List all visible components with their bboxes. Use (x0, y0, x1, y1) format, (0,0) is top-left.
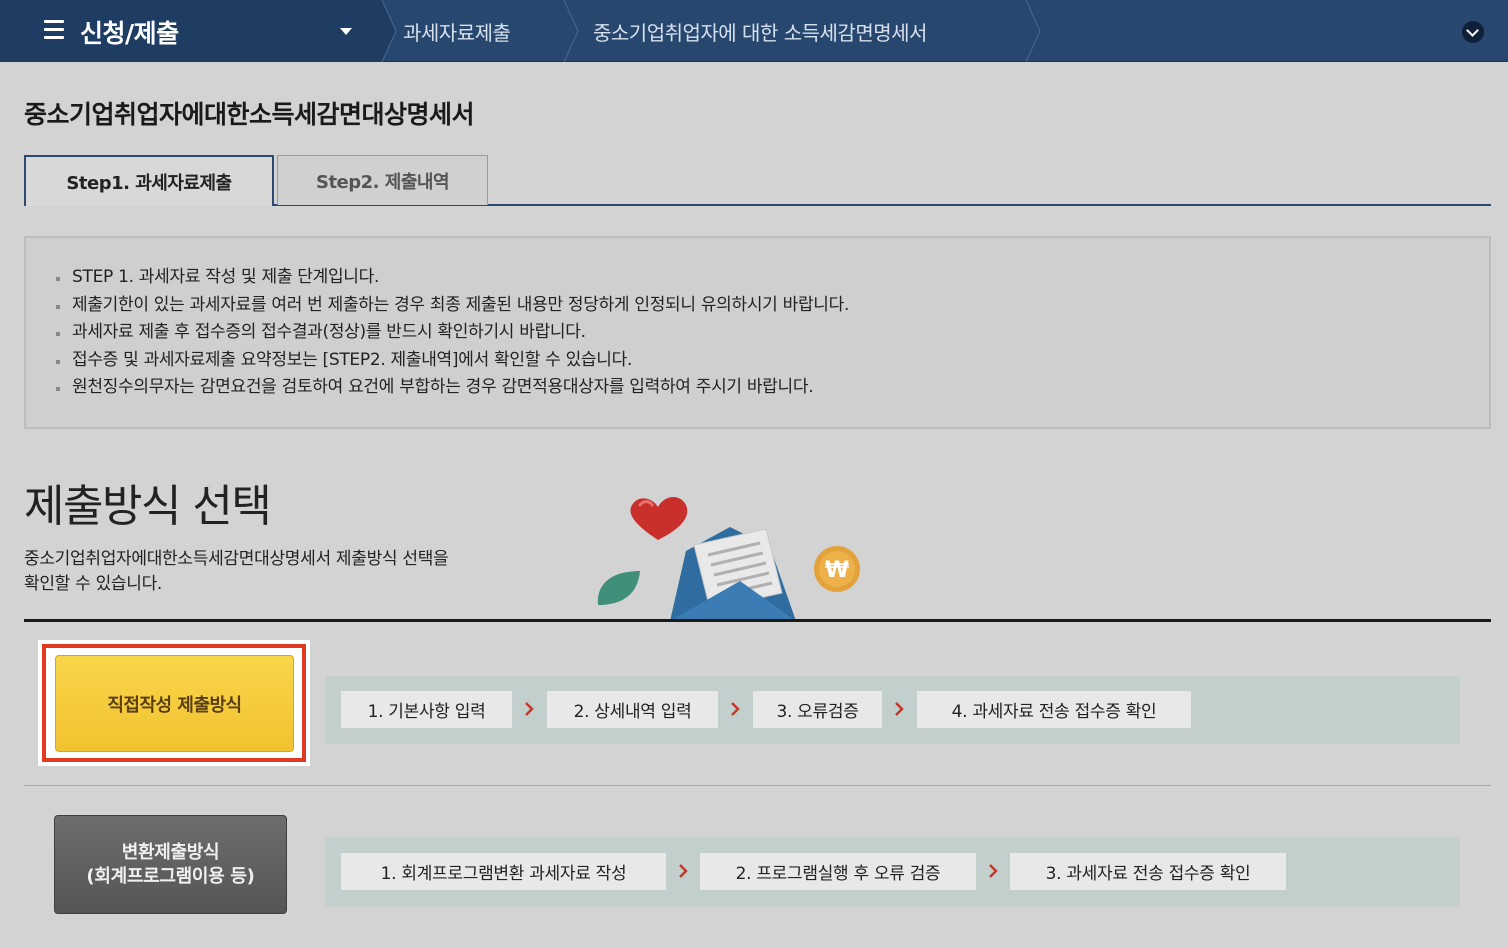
breadcrumb-item[interactable]: 중소기업취업자에 대한 소득세감면명세서 (593, 17, 927, 46)
direct-step: 2. 상세내역 입력 (547, 691, 718, 728)
won-coin-icon: ₩ (814, 546, 860, 592)
section-description-line: 확인할 수 있습니다. (24, 574, 163, 594)
convert-steps-bar: 1. 회계프로그램변환 과세자료 작성 2. 프로그램실행 후 오류 검증 3.… (325, 838, 1460, 906)
hamburger-icon[interactable] (44, 20, 64, 40)
notice-item: 접수증 및 과세자료제출 요약정보는 [STEP2. 제출내역]에서 확인할 수… (56, 347, 1489, 375)
chevron-right-icon (679, 864, 688, 878)
page-title: 중소기업취업자에대한소득세감면대상명세서 (24, 100, 475, 129)
chevron-right-icon (895, 702, 904, 716)
convert-button-label: 변환제출방식 (121, 841, 220, 863)
breadcrumb-separator-icon (372, 0, 396, 62)
svg-text:₩: ₩ (825, 558, 849, 583)
chevron-right-icon (989, 864, 998, 878)
chevron-down-icon[interactable] (1462, 21, 1484, 43)
direct-step: 3. 오류검증 (753, 691, 882, 728)
notice-item: 원천징수의무자는 감면요건을 검토하여 요건에 부합하는 경우 감면적용대상자를… (56, 374, 1489, 402)
notice-item: 과세자료 제출 후 접수증의 접수결과(정상)를 반드시 확인하기시 바랍니다. (56, 319, 1489, 347)
envelope-illustration: ₩ (597, 496, 860, 621)
notice-item: STEP 1. 과세자료 작성 및 제출 단계입니다. (56, 264, 1489, 292)
notice-box: STEP 1. 과세자료 작성 및 제출 단계입니다. 제출기한이 있는 과세자… (24, 236, 1491, 429)
breadcrumb-separator-icon (563, 0, 579, 62)
direct-step: 4. 과세자료 전송 접수증 확인 (917, 691, 1191, 728)
notice-list: STEP 1. 과세자료 작성 및 제출 단계입니다. 제출기한이 있는 과세자… (56, 264, 1489, 402)
section-description: 중소기업취업자에대한소득세감면대상명세서 제출방식 선택을 확인할 수 있습니다… (24, 547, 554, 597)
convert-step: 2. 프로그램실행 후 오류 검증 (700, 853, 976, 890)
direct-step: 1. 기본사항 입력 (341, 691, 512, 728)
section-title: 제출방식 선택 (24, 481, 272, 532)
main-menu-toggle[interactable]: 신청/제출 (0, 0, 372, 62)
section-divider (24, 619, 1491, 622)
top-nav-bar: 신청/제출 과세자료제출 중소기업취업자에 대한 소득세감면명세서 (0, 0, 1508, 62)
chevron-right-icon (731, 702, 740, 716)
tab-step2[interactable]: Step2. 제출내역 (277, 155, 488, 205)
section-description-line: 중소기업취업자에대한소득세감면대상명세서 제출방식 선택을 (24, 549, 449, 569)
heart-icon (630, 496, 688, 540)
caret-down-icon[interactable] (340, 28, 352, 35)
convert-step: 3. 과세자료 전송 접수증 확인 (1010, 853, 1286, 890)
convert-step: 1. 회계프로그램변환 과세자료 작성 (341, 853, 666, 890)
notice-item: 제출기한이 있는 과세자료를 여러 번 제출하는 경우 최종 제출된 내용만 정… (56, 292, 1489, 320)
convert-submit-button[interactable]: 변환제출방식 (회계프로그램이용 등) (54, 815, 287, 914)
menu-title[interactable]: 신청/제출 (80, 14, 179, 50)
tab-step1[interactable]: Step1. 과세자료제출 (24, 155, 274, 206)
chevron-right-icon (525, 702, 534, 716)
direct-steps-bar: 1. 기본사항 입력 2. 상세내역 입력 3. 오류검증 4. 과세자료 전송… (325, 676, 1460, 744)
breadcrumb-separator-icon (1025, 0, 1041, 62)
convert-button-sublabel: (회계프로그램이용 등) (86, 865, 255, 887)
method-divider (24, 785, 1491, 786)
direct-submit-button[interactable]: 직접작성 제출방식 (55, 655, 294, 752)
envelope-icon (670, 527, 796, 621)
breadcrumb-item[interactable]: 과세자료제출 (403, 17, 511, 46)
leaf-icon (597, 571, 640, 605)
